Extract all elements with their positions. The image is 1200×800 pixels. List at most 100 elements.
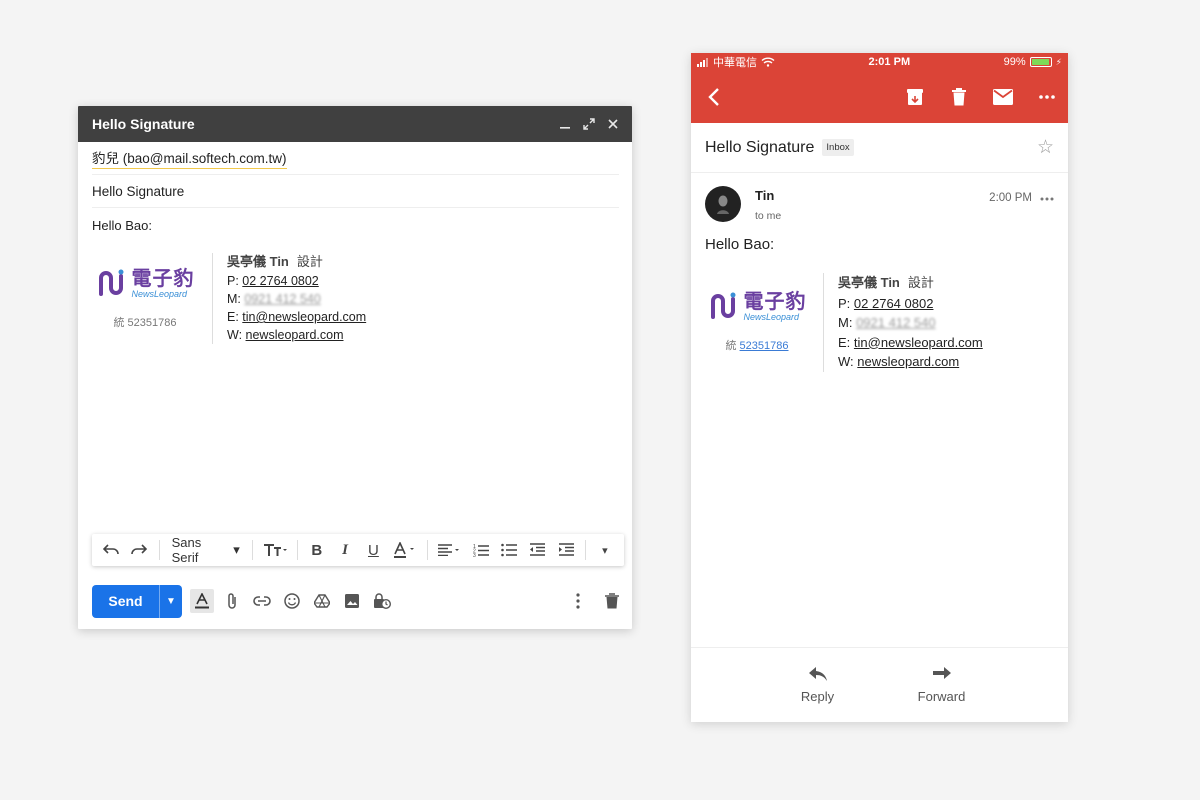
charging-icon: ⚡ bbox=[1055, 56, 1062, 67]
font-family-value: Sans Serif bbox=[171, 535, 202, 565]
email-link[interactable]: tin@newsleopard.com bbox=[242, 310, 366, 324]
text-color-icon[interactable] bbox=[389, 538, 421, 562]
indent-more-icon[interactable] bbox=[552, 538, 578, 562]
recipient-chip[interactable]: 豹兒 (bao@mail.softech.com.tw) bbox=[92, 147, 287, 169]
more-icon[interactable] bbox=[1036, 86, 1058, 108]
undo-icon[interactable] bbox=[98, 538, 124, 562]
signature-web: W: newsleopard.com bbox=[227, 326, 366, 344]
signature-mobile: M: 0921 412 540 bbox=[227, 290, 366, 308]
web-link[interactable]: newsleopard.com bbox=[857, 354, 959, 369]
underline-icon[interactable]: U bbox=[360, 538, 386, 562]
schedule-send-dropdown[interactable]: ▼ bbox=[159, 584, 182, 618]
phone-mail-view: 中華電信 2:01 PM 99% ⚡ Hello Signature Inbox… bbox=[691, 53, 1068, 722]
confidential-icon[interactable] bbox=[370, 589, 394, 613]
formatting-icon[interactable] bbox=[190, 589, 214, 613]
signal-icon bbox=[697, 57, 708, 67]
star-icon[interactable]: ☆ bbox=[1037, 136, 1054, 159]
numbered-list-icon[interactable]: 123 bbox=[467, 538, 493, 562]
avatar[interactable] bbox=[705, 186, 741, 222]
tax-prefix: 統 bbox=[113, 316, 125, 329]
phone-signature-block: 電子豹 NewsLeopard 統 52351786 吳亭儀 Tin 設計 P: … bbox=[705, 273, 1054, 372]
tax-id: 統 52351786 bbox=[113, 314, 176, 330]
font-family-select[interactable]: Sans Serif ▾ bbox=[166, 535, 246, 565]
archive-icon[interactable] bbox=[904, 86, 926, 108]
signature-web: W: newsleopard.com bbox=[838, 352, 983, 372]
forward-button[interactable]: Forward bbox=[910, 666, 974, 704]
align-icon[interactable] bbox=[434, 538, 466, 562]
logo-chinese: 電子豹 bbox=[743, 291, 807, 314]
web-link[interactable]: newsleopard.com bbox=[246, 328, 344, 342]
text-size-icon[interactable] bbox=[259, 538, 291, 562]
mobile-link[interactable]: 0921 412 540 bbox=[856, 315, 936, 330]
recipient-summary[interactable]: to me bbox=[755, 210, 781, 222]
email-link[interactable]: tin@newsleopard.com bbox=[854, 335, 983, 350]
phone-link[interactable]: 02 2764 0802 bbox=[854, 296, 934, 311]
chevron-down-icon: ▾ bbox=[233, 542, 240, 557]
carrier-name: 中華電信 bbox=[713, 57, 757, 69]
subject-field[interactable]: Hello Signature bbox=[92, 175, 619, 208]
phone-label: P: bbox=[838, 295, 851, 311]
mobile-link[interactable]: 0921 412 540 bbox=[244, 292, 320, 306]
web-label: W: bbox=[227, 328, 243, 342]
newsleopard-logo: 電子豹 NewsLeopard bbox=[708, 291, 807, 323]
signature-role: 設計 bbox=[296, 254, 323, 269]
attach-icon[interactable] bbox=[220, 589, 244, 613]
link-icon[interactable] bbox=[250, 589, 274, 613]
to-field[interactable]: 豹兒 (bao@mail.softech.com.tw) bbox=[92, 142, 619, 175]
tax-id-link[interactable]: 52351786 bbox=[740, 340, 789, 352]
reply-button[interactable]: Reply bbox=[786, 666, 850, 704]
bold-icon[interactable]: B bbox=[304, 538, 330, 562]
signature-person: 吳亭儀 Tin bbox=[838, 275, 900, 290]
emoji-icon[interactable] bbox=[280, 589, 304, 613]
reply-icon bbox=[808, 666, 827, 681]
minimize-icon[interactable] bbox=[558, 117, 572, 131]
photo-icon[interactable] bbox=[340, 589, 364, 613]
toolbar-separator bbox=[296, 540, 298, 560]
phone-greeting: Hello Bao: bbox=[705, 236, 775, 253]
web-label: W: bbox=[838, 354, 854, 369]
newsleopard-logo: 電子豹 NewsLeopard bbox=[96, 268, 195, 300]
signature-name: 吳亭儀 Tin 設計 bbox=[227, 253, 366, 271]
send-button[interactable]: Send bbox=[92, 585, 159, 618]
delete-icon[interactable] bbox=[948, 86, 970, 108]
forward-icon bbox=[932, 666, 951, 679]
signature-phone: P: 02 2764 0802 bbox=[838, 294, 983, 314]
chevron-down-icon: ▼ bbox=[166, 595, 176, 607]
greeting-text: Hello Bao: bbox=[92, 218, 152, 233]
back-icon[interactable] bbox=[703, 86, 725, 108]
trash-icon[interactable] bbox=[600, 589, 624, 613]
inbox-label[interactable]: Inbox bbox=[822, 139, 854, 156]
status-time: 2:01 PM bbox=[868, 56, 911, 68]
close-icon[interactable] bbox=[606, 117, 620, 131]
battery-percent: 99% bbox=[1003, 56, 1026, 68]
expand-icon[interactable] bbox=[582, 117, 596, 131]
email-label: E: bbox=[227, 310, 239, 324]
redo-icon[interactable] bbox=[126, 538, 152, 562]
compose-window: Hello Signature 豹兒 (bao@mail.softech.com… bbox=[78, 106, 632, 629]
sender-row: Tin to me 2:00 PM bbox=[691, 173, 1068, 222]
forward-label: Forward bbox=[917, 688, 966, 704]
mail-icon[interactable] bbox=[992, 86, 1014, 108]
mail-subject-row: Hello Signature Inbox ☆ bbox=[691, 123, 1068, 173]
signature-role: 設計 bbox=[907, 275, 934, 290]
svg-text:3: 3 bbox=[473, 553, 476, 557]
signature-name: 吳亭儀 Tin 設計 bbox=[838, 273, 983, 293]
logo-mark-icon bbox=[98, 269, 123, 296]
sender-name[interactable]: Tin bbox=[755, 188, 781, 203]
drive-icon[interactable] bbox=[310, 589, 334, 613]
battery-icon bbox=[1029, 57, 1052, 67]
more-formatting-icon[interactable]: ▾ bbox=[592, 538, 618, 562]
tax-id-number: 52351786 bbox=[127, 316, 177, 329]
compose-header[interactable]: Hello Signature bbox=[78, 106, 632, 142]
message-body[interactable]: Hello Bao: 電子豹 NewsLeopard 統 52351786 吳亭… bbox=[78, 208, 632, 354]
more-options-icon[interactable] bbox=[566, 589, 590, 613]
logo-english: NewsLeopard bbox=[743, 312, 800, 323]
logo-english: NewsLeopard bbox=[131, 288, 188, 299]
bulleted-list-icon[interactable] bbox=[496, 538, 522, 562]
toolbar-separator bbox=[426, 540, 428, 560]
message-more-icon[interactable] bbox=[1040, 192, 1054, 204]
italic-icon[interactable]: I bbox=[332, 538, 358, 562]
phone-link[interactable]: 02 2764 0802 bbox=[242, 274, 318, 288]
signature-mobile: M: 0921 412 540 bbox=[838, 313, 983, 333]
indent-less-icon[interactable] bbox=[524, 538, 550, 562]
